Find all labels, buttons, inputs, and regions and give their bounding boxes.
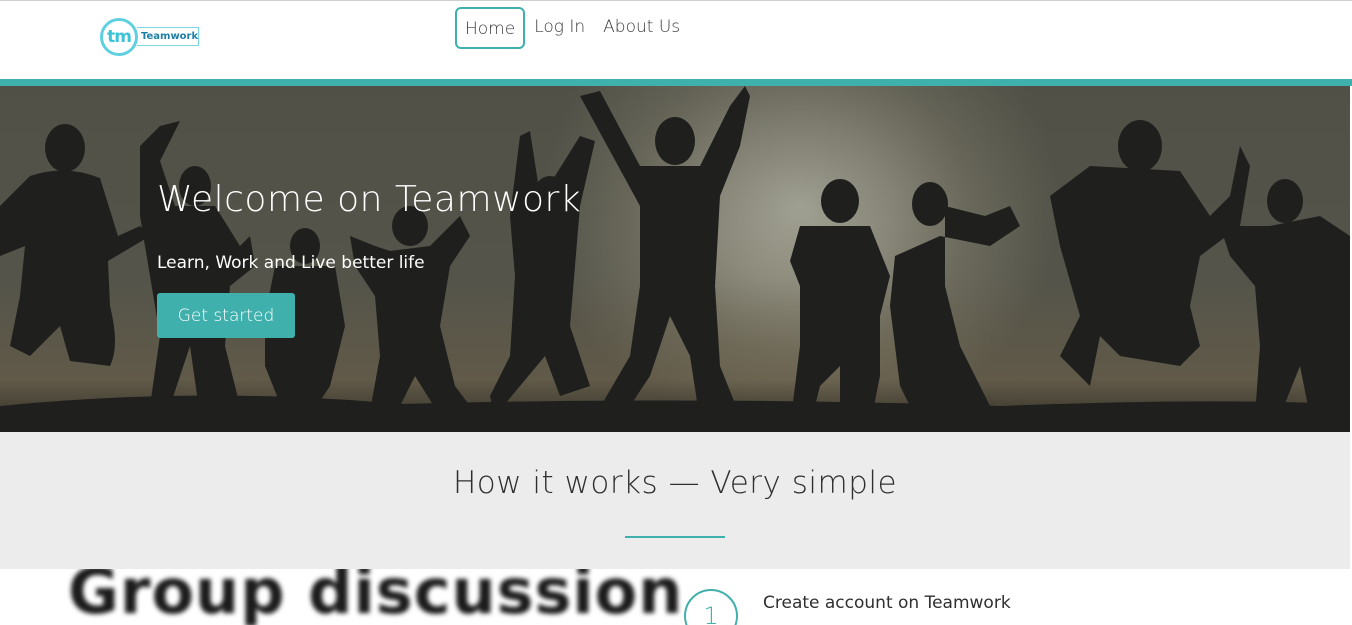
nav-home[interactable]: Home <box>455 7 526 49</box>
main-nav: Home Log In About Us <box>455 7 689 49</box>
hero-subtitle: Learn, Work and Live better life <box>157 253 425 273</box>
logo-mark: tm <box>100 18 138 56</box>
step-number-badge: 1 <box>684 589 738 625</box>
steps-section: Group discussion 1 Create account on Tea… <box>0 569 1350 625</box>
page: tm Teamwork Home Log In About Us Welcome… <box>0 0 1352 625</box>
nav-about-us[interactable]: About Us <box>594 7 689 49</box>
step-text: Create account on Teamwork <box>763 593 1011 613</box>
nav-login[interactable]: Log In <box>525 7 594 49</box>
get-started-button[interactable]: Get started <box>157 293 295 338</box>
group-discussion-image: Group discussion <box>68 569 684 625</box>
top-navbar: tm Teamwork Home Log In About Us <box>0 0 1352 79</box>
teamwork-logo[interactable]: tm Teamwork <box>100 18 200 56</box>
hero-banner: Welcome on Teamwork Learn, Work and Live… <box>0 86 1350 432</box>
logo-wordmark: Teamwork <box>137 27 199 46</box>
header-accent-rule <box>0 79 1352 86</box>
how-it-works-section: How it works — Very simple <box>0 432 1350 569</box>
hero-title: Welcome on Teamwork <box>157 179 582 220</box>
section-divider <box>625 536 725 538</box>
how-it-works-title: How it works — Very simple <box>452 465 898 501</box>
